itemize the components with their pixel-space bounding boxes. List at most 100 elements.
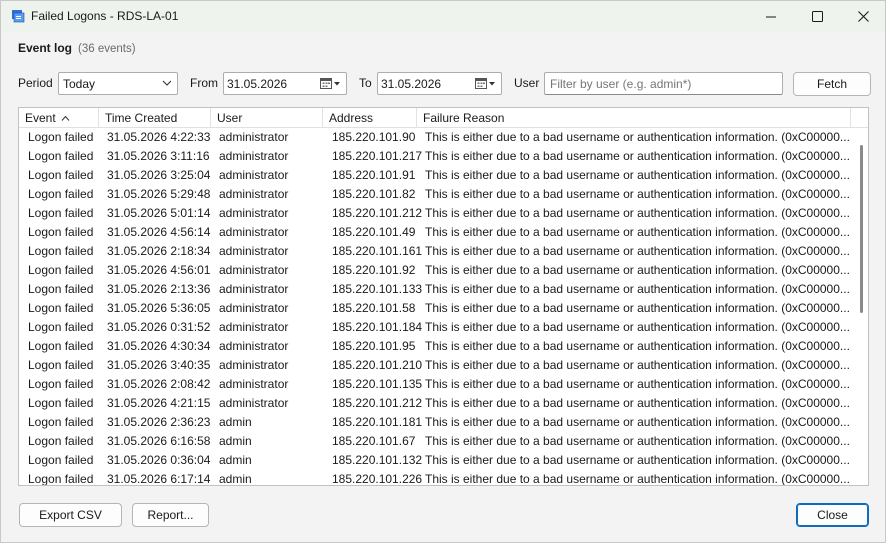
user-cell: administrator — [219, 130, 289, 144]
grid-header: Event Time Created User Address Failure … — [19, 108, 868, 128]
title-bar[interactable]: Failed Logons - RDS-LA-01 — [1, 1, 885, 32]
table-row[interactable]: Logon failed 31.05.2026 4:21:15 administra… — [19, 394, 857, 413]
table-row[interactable]: Logon failed 31.05.2026 5:36:05 administra… — [19, 299, 857, 318]
table-row[interactable]: Logon failed 31.05.2026 2:18:34 administra… — [19, 242, 857, 261]
table-row[interactable]: Logon failed 31.05.2026 2:13:36 administra… — [19, 280, 857, 299]
column-label: Time Created — [105, 111, 178, 125]
address-cell: 185.220.101.226 — [332, 472, 422, 486]
column-header-event[interactable]: Event — [19, 108, 99, 128]
event-log-app-icon — [11, 9, 25, 23]
column-header-time-created[interactable]: Time Created — [99, 108, 211, 128]
time-created-cell: 31.05.2026 2:36:23 — [107, 415, 211, 429]
table-row[interactable]: Logon failed 31.05.2026 0:31:52 administra… — [19, 318, 857, 337]
user-cell: admin — [219, 472, 252, 486]
failure-reason-cell: This is either due to a bad username or … — [425, 130, 850, 144]
close-button[interactable]: Close — [796, 503, 869, 527]
user-filter-input[interactable] — [544, 72, 783, 95]
failure-reason-cell: This is either due to a bad username or … — [425, 225, 850, 239]
period-value: Today — [63, 77, 96, 91]
failure-reason-cell: This is either due to a bad username or … — [425, 472, 850, 486]
address-cell: 185.220.101.133 — [332, 282, 422, 296]
table-row[interactable]: Logon failed 31.05.2026 0:36:04 admin 185.2… — [19, 451, 857, 470]
table-row[interactable]: Logon failed 31.05.2026 4:22:33 administra… — [19, 128, 857, 147]
time-created-cell: 31.05.2026 4:30:34 — [107, 339, 211, 353]
time-created-cell: 31.05.2026 2:13:36 — [107, 282, 211, 296]
close-window-button[interactable] — [840, 1, 886, 32]
from-date-picker[interactable]: 31.05.2026 — [223, 72, 347, 95]
event-cell: Logon failed — [28, 168, 94, 182]
table-row[interactable]: Logon failed 31.05.2026 4:56:14 administra… — [19, 223, 857, 242]
column-header-address[interactable]: Address — [323, 108, 417, 128]
table-row[interactable]: Logon failed 31.05.2026 6:17:14 admin 185.2… — [19, 470, 857, 486]
table-row[interactable]: Logon failed 31.05.2026 6:16:58 admin 185.2… — [19, 432, 857, 451]
table-row[interactable]: Logon failed 31.05.2026 3:25:04 administra… — [19, 166, 857, 185]
time-created-cell: 31.05.2026 6:17:14 — [107, 472, 211, 486]
vertical-scrollbar[interactable] — [856, 128, 868, 485]
time-created-cell: 31.05.2026 5:36:05 — [107, 301, 211, 315]
event-cell: Logon failed — [28, 472, 94, 486]
window-title: Failed Logons - RDS-LA-01 — [31, 9, 179, 23]
address-cell: 185.220.101.181 — [332, 415, 422, 429]
report-button[interactable]: Report... — [132, 503, 209, 527]
user-cell: administrator — [219, 396, 289, 410]
address-cell: 185.220.101.82 — [332, 187, 416, 201]
failure-reason-cell: This is either due to a bad username or … — [425, 396, 850, 410]
event-cell: Logon failed — [28, 187, 94, 201]
user-cell: administrator — [219, 168, 289, 182]
user-cell: admin — [219, 415, 252, 429]
close-icon — [857, 11, 869, 22]
calendar-icon[interactable] — [319, 76, 343, 94]
event-cell: Logon failed — [28, 206, 94, 220]
event-cell: Logon failed — [28, 434, 94, 448]
failure-reason-cell: This is either due to a bad username or … — [425, 339, 850, 353]
to-date-value: 31.05.2026 — [381, 77, 442, 91]
address-cell: 185.220.101.217 — [332, 149, 422, 163]
time-created-cell: 31.05.2026 5:29:48 — [107, 187, 211, 201]
user-cell: admin — [219, 453, 252, 467]
table-row[interactable]: Logon failed 31.05.2026 5:01:14 administra… — [19, 204, 857, 223]
failure-reason-cell: This is either due to a bad username or … — [425, 263, 850, 277]
failure-reason-cell: This is either due to a bad username or … — [425, 168, 850, 182]
period-select[interactable]: Today — [58, 72, 178, 95]
time-created-cell: 31.05.2026 4:22:33 — [107, 130, 211, 144]
table-row[interactable]: Logon failed 31.05.2026 2:36:23 admin 185.2… — [19, 413, 857, 432]
failure-reason-cell: This is either due to a bad username or … — [425, 415, 850, 429]
table-row[interactable]: Logon failed 31.05.2026 4:56:01 administra… — [19, 261, 857, 280]
user-cell: administrator — [219, 263, 289, 277]
event-cell: Logon failed — [28, 263, 94, 277]
fetch-button[interactable]: Fetch — [793, 72, 871, 96]
table-row[interactable]: Logon failed 31.05.2026 3:40:35 administra… — [19, 356, 857, 375]
event-grid[interactable]: Event Time Created User Address Failure … — [18, 107, 869, 486]
period-label: Period — [18, 76, 53, 90]
address-cell: 185.220.101.210 — [332, 358, 422, 372]
minimize-button[interactable] — [748, 1, 794, 32]
from-date-value: 31.05.2026 — [227, 77, 288, 91]
to-date-picker[interactable]: 31.05.2026 — [377, 72, 502, 95]
export-csv-button[interactable]: Export CSV — [19, 503, 122, 527]
column-header-user[interactable]: User — [211, 108, 323, 128]
time-created-cell: 31.05.2026 5:01:14 — [107, 206, 211, 220]
event-cell: Logon failed — [28, 358, 94, 372]
scrollbar-thumb[interactable] — [860, 145, 863, 313]
table-row[interactable]: Logon failed 31.05.2026 4:30:34 administra… — [19, 337, 857, 356]
table-row[interactable]: Logon failed 31.05.2026 5:29:48 administra… — [19, 185, 857, 204]
table-row[interactable]: Logon failed 31.05.2026 3:11:16 administra… — [19, 147, 857, 166]
user-cell: admin — [219, 434, 252, 448]
event-cell: Logon failed — [28, 320, 94, 334]
table-row[interactable]: Logon failed 31.05.2026 2:08:42 administra… — [19, 375, 857, 394]
failure-reason-cell: This is either due to a bad username or … — [425, 377, 850, 391]
time-created-cell: 31.05.2026 3:11:16 — [107, 149, 210, 163]
failure-reason-cell: This is either due to a bad username or … — [425, 434, 850, 448]
column-header-failure-reason[interactable]: Failure Reason — [417, 108, 851, 128]
time-created-cell: 31.05.2026 0:31:52 — [107, 320, 211, 334]
failure-reason-cell: This is either due to a bad username or … — [425, 358, 850, 372]
user-cell: administrator — [219, 358, 289, 372]
user-cell: administrator — [219, 282, 289, 296]
to-label: To — [359, 76, 372, 90]
address-cell: 185.220.101.95 — [332, 339, 416, 353]
minimize-icon — [766, 12, 776, 22]
maximize-button[interactable] — [794, 1, 840, 32]
user-label: User — [514, 76, 540, 90]
time-created-cell: 31.05.2026 3:25:04 — [107, 168, 211, 182]
calendar-icon[interactable] — [474, 76, 498, 94]
